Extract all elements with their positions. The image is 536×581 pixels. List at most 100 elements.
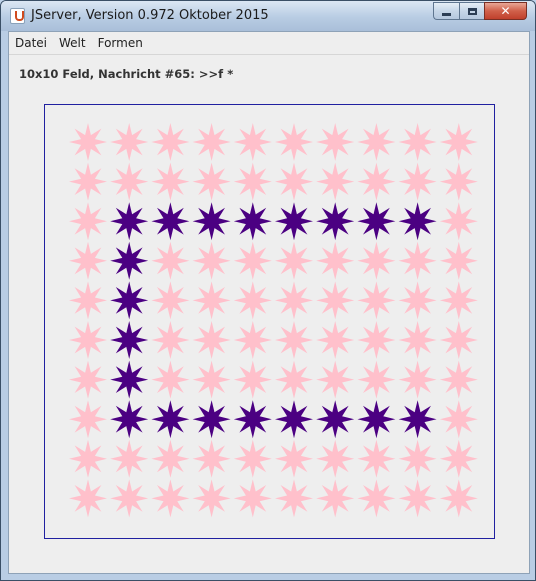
star-cell[interactable] <box>233 123 272 161</box>
star-cell[interactable] <box>357 360 396 399</box>
star-cell[interactable] <box>192 123 231 161</box>
java-icon[interactable] <box>10 8 25 24</box>
star-cell[interactable] <box>151 241 190 280</box>
star-cell[interactable] <box>439 123 478 161</box>
game-board[interactable] <box>44 104 495 539</box>
star-cell-highlighted[interactable] <box>357 202 396 241</box>
star-cell[interactable] <box>151 439 190 478</box>
close-button[interactable]: ✕ <box>484 2 527 20</box>
star-cell[interactable] <box>69 321 107 359</box>
star-cell[interactable] <box>192 281 231 320</box>
star-cell-highlighted[interactable] <box>233 400 272 439</box>
star-cell-highlighted[interactable] <box>233 202 272 241</box>
star-cell[interactable] <box>398 360 437 399</box>
star-cell-highlighted[interactable] <box>110 321 149 359</box>
star-cell[interactable] <box>110 162 149 201</box>
star-cell-highlighted[interactable] <box>110 281 149 320</box>
star-cell[interactable] <box>439 360 478 399</box>
star-cell[interactable] <box>69 479 107 518</box>
star-cell[interactable] <box>357 123 396 161</box>
star-cell[interactable] <box>439 162 478 201</box>
star-cell-highlighted[interactable] <box>275 202 313 241</box>
star-cell[interactable] <box>439 321 478 359</box>
star-cell[interactable] <box>398 281 437 320</box>
star-cell[interactable] <box>69 281 107 320</box>
minimize-button[interactable] <box>433 2 459 20</box>
star-cell[interactable] <box>233 439 272 478</box>
star-cell-highlighted[interactable] <box>398 400 437 439</box>
star-cell[interactable] <box>69 162 107 201</box>
star-cell[interactable] <box>398 439 437 478</box>
star-cell-highlighted[interactable] <box>110 360 149 399</box>
star-cell[interactable] <box>316 479 355 518</box>
star-cell[interactable] <box>110 479 149 518</box>
star-cell[interactable] <box>439 439 478 478</box>
star-cell[interactable] <box>275 360 313 399</box>
star-cell[interactable] <box>69 241 107 280</box>
menu-formen[interactable]: Formen <box>92 32 149 54</box>
star-cell-highlighted[interactable] <box>316 202 355 241</box>
star-cell[interactable] <box>275 479 313 518</box>
star-cell[interactable] <box>275 162 313 201</box>
star-cell[interactable] <box>357 162 396 201</box>
star-cell[interactable] <box>439 241 478 280</box>
star-cell-highlighted[interactable] <box>275 400 313 439</box>
star-cell-highlighted[interactable] <box>357 400 396 439</box>
star-cell[interactable] <box>398 241 437 280</box>
star-cell[interactable] <box>110 439 149 478</box>
star-cell[interactable] <box>275 241 313 280</box>
star-cell[interactable] <box>151 479 190 518</box>
star-cell-highlighted[interactable] <box>110 400 149 439</box>
star-cell[interactable] <box>316 162 355 201</box>
star-cell-highlighted[interactable] <box>151 400 190 439</box>
star-cell[interactable] <box>357 479 396 518</box>
star-cell[interactable] <box>233 281 272 320</box>
star-cell[interactable] <box>69 123 107 161</box>
star-cell[interactable] <box>357 321 396 359</box>
star-cell[interactable] <box>233 241 272 280</box>
star-cell[interactable] <box>192 241 231 280</box>
star-cell[interactable] <box>357 439 396 478</box>
star-cell[interactable] <box>69 400 107 439</box>
star-cell[interactable] <box>233 162 272 201</box>
menu-welt[interactable]: Welt <box>53 32 92 54</box>
star-cell[interactable] <box>233 321 272 359</box>
star-cell[interactable] <box>233 360 272 399</box>
star-cell-highlighted[interactable] <box>110 241 149 280</box>
star-cell[interactable] <box>316 241 355 280</box>
star-cell[interactable] <box>439 202 478 241</box>
title-bar[interactable]: JServer, Version 0.972 Oktober 2015 ✕ <box>1 1 535 31</box>
star-cell-highlighted[interactable] <box>192 202 231 241</box>
star-cell[interactable] <box>316 321 355 359</box>
star-cell[interactable] <box>357 281 396 320</box>
star-cell[interactable] <box>357 241 396 280</box>
star-cell[interactable] <box>233 479 272 518</box>
star-cell[interactable] <box>69 202 107 241</box>
star-cell[interactable] <box>69 360 107 399</box>
star-cell[interactable] <box>316 360 355 399</box>
star-cell[interactable] <box>316 439 355 478</box>
star-cell[interactable] <box>151 281 190 320</box>
star-cell-highlighted[interactable] <box>192 400 231 439</box>
star-cell[interactable] <box>192 321 231 359</box>
star-cell[interactable] <box>275 281 313 320</box>
star-cell[interactable] <box>398 479 437 518</box>
star-cell[interactable] <box>151 123 190 161</box>
star-cell[interactable] <box>439 281 478 320</box>
star-cell[interactable] <box>151 162 190 201</box>
star-cell[interactable] <box>398 162 437 201</box>
star-cell[interactable] <box>275 123 313 161</box>
star-cell[interactable] <box>316 281 355 320</box>
star-cell[interactable] <box>398 123 437 161</box>
star-cell[interactable] <box>439 400 478 439</box>
star-cell-highlighted[interactable] <box>151 202 190 241</box>
maximize-button[interactable] <box>459 2 484 20</box>
star-cell[interactable] <box>192 360 231 399</box>
star-cell[interactable] <box>439 479 478 518</box>
star-cell[interactable] <box>275 439 313 478</box>
star-cell[interactable] <box>151 321 190 359</box>
star-cell[interactable] <box>151 360 190 399</box>
star-cell[interactable] <box>69 439 107 478</box>
star-cell[interactable] <box>275 321 313 359</box>
star-cell[interactable] <box>398 321 437 359</box>
